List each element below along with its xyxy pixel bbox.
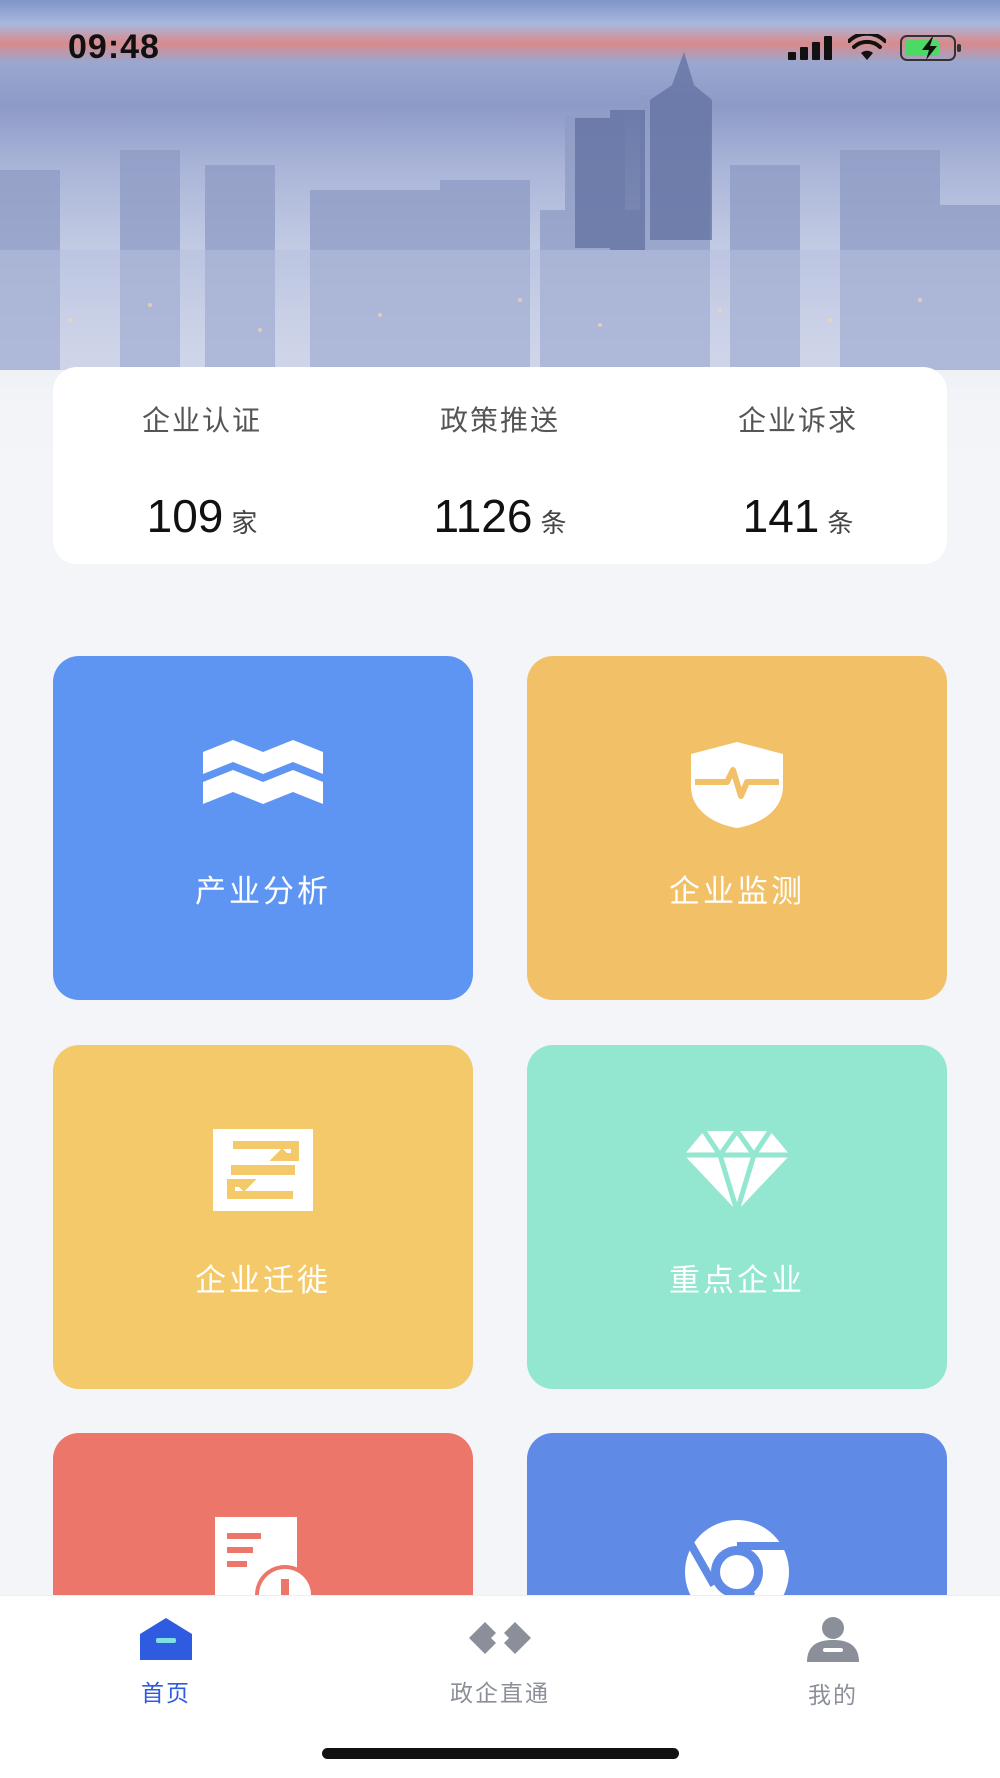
tab-label: 我的 <box>808 1683 858 1709</box>
tile-label: 产业分析 <box>195 874 331 910</box>
user-icon <box>807 1617 859 1662</box>
tile-label: 企业迁徙 <box>195 1263 331 1299</box>
stat-unit: 家 <box>231 509 258 539</box>
stat-policy-push[interactable]: 政策推送 1126 条 <box>351 367 649 564</box>
tile-enterprise-migration[interactable]: 企业迁徙 <box>53 1045 473 1389</box>
tab-label: 政企直通 <box>450 1681 550 1707</box>
tab-profile[interactable]: 我的 <box>733 1616 933 1710</box>
shield-pulse-icon <box>672 740 802 840</box>
stat-value-row: 1126 条 <box>351 489 649 543</box>
link-icon <box>469 1622 531 1654</box>
status-bar: 09:48 <box>0 0 1000 100</box>
map-icon <box>198 740 328 840</box>
status-time: 09:48 <box>68 28 160 66</box>
tile-label: 重点企业 <box>669 1263 805 1299</box>
stat-value-row: 109 家 <box>53 489 351 543</box>
stat-value: 1126 <box>433 490 533 542</box>
tab-label: 首页 <box>141 1681 191 1707</box>
stat-value: 109 <box>146 490 224 542</box>
stat-label: 政策推送 <box>439 404 560 437</box>
tile-industry-analysis[interactable]: 产业分析 <box>53 656 473 1000</box>
tab-gov-enterprise[interactable]: 政企直通 <box>400 1616 600 1708</box>
home-icon <box>140 1618 192 1660</box>
stat-label: 企业诉求 <box>737 404 858 437</box>
status-icons <box>788 34 964 62</box>
tab-home[interactable]: 首页 <box>66 1616 266 1708</box>
signal-icon <box>788 36 832 60</box>
home-indicator <box>322 1748 679 1759</box>
tile-label: 企业监测 <box>669 874 805 910</box>
stat-value-row: 141 条 <box>649 489 947 543</box>
tile-enterprise-monitoring[interactable]: 企业监测 <box>527 656 947 1000</box>
battery-charging-icon <box>900 35 961 61</box>
diamond-icon <box>672 1129 802 1229</box>
migration-icon <box>198 1129 328 1229</box>
stat-value: 141 <box>742 490 820 542</box>
tile-key-enterprises[interactable]: 重点企业 <box>527 1045 947 1389</box>
stat-enterprise-appeals[interactable]: 企业诉求 141 条 <box>649 367 947 564</box>
stat-label: 企业认证 <box>141 404 262 437</box>
stat-unit: 条 <box>827 509 854 539</box>
stat-unit: 条 <box>540 509 567 539</box>
wifi-icon <box>848 34 886 60</box>
stats-card: 企业认证 109 家 政策推送 1126 条 企业诉求 141 条 <box>53 367 947 564</box>
stat-enterprise-certification[interactable]: 企业认证 109 家 <box>53 367 351 564</box>
